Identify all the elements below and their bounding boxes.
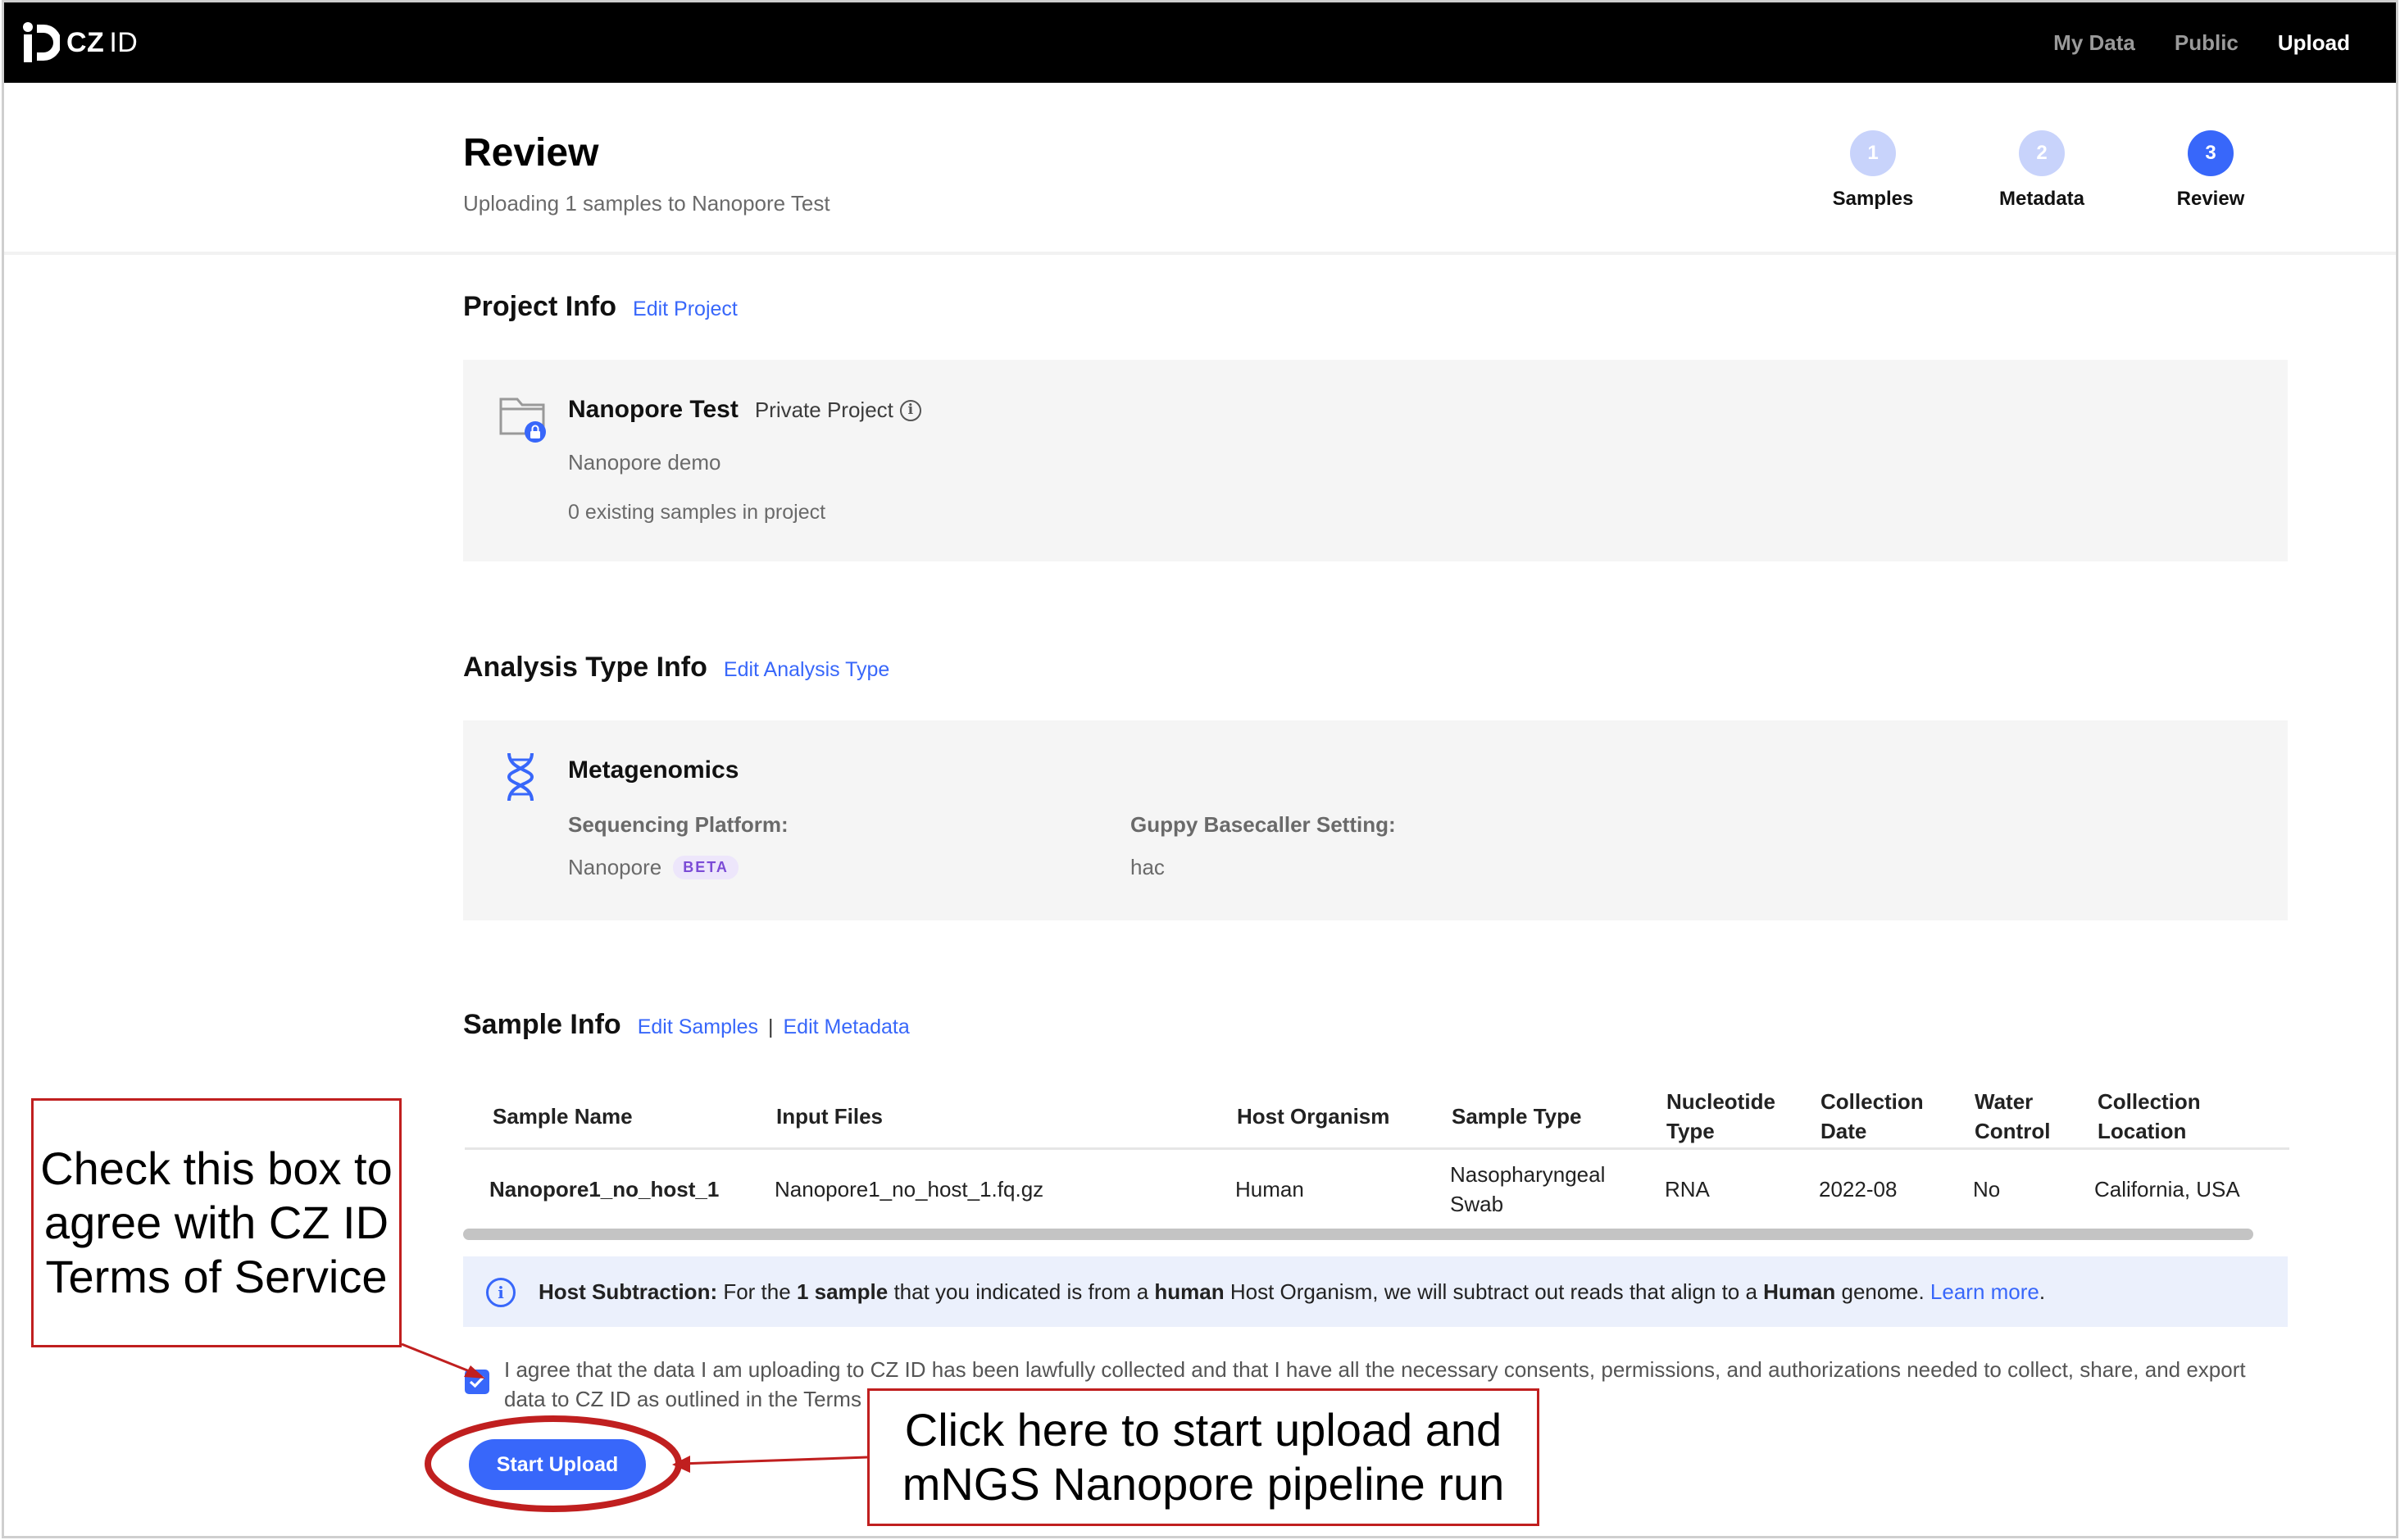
step-label: Review	[2176, 188, 2245, 210]
step-number: 1	[1850, 130, 1896, 176]
section-title: Project Info	[463, 291, 617, 322]
column-header[interactable]: Nucleotide Type	[1666, 1083, 1798, 1150]
step-review: 3 Review	[2129, 130, 2293, 211]
step-number: 2	[2019, 130, 2065, 176]
nav-public[interactable]: Public	[2175, 30, 2239, 56]
analysis-type: Metagenomics	[568, 756, 739, 784]
cell-host-organism: Human	[1235, 1177, 1304, 1202]
start-upload-button[interactable]: Start Upload	[469, 1439, 646, 1490]
beta-badge: BETA	[673, 856, 739, 879]
sequencing-platform-value: Nanopore BETA	[568, 855, 739, 880]
dna-icon	[507, 752, 534, 802]
project-name: Nanopore Test	[568, 396, 739, 423]
privacy-label: Private Project	[754, 397, 893, 422]
czid-logo-icon	[23, 22, 60, 62]
column-header[interactable]: Collection Location	[2098, 1083, 2245, 1150]
learn-more-link[interactable]: Learn more	[1930, 1279, 2039, 1304]
cell-sample-type: Nasopharyngeal Swab	[1450, 1162, 1606, 1216]
terms-agreement-checkbox[interactable]	[465, 1370, 489, 1394]
sample-edit-links: Edit Samples | Edit Metadata	[638, 1015, 910, 1039]
checkmark-icon	[469, 1375, 485, 1388]
cell-input-files: Nanopore1_no_host_1.fq.gz	[775, 1177, 1044, 1202]
cell-water-control: No	[1973, 1177, 2001, 1202]
step-samples[interactable]: 1 Samples	[1791, 130, 1955, 211]
link-separator: |	[768, 1015, 774, 1038]
platform-name: Nanopore	[568, 855, 662, 879]
nav-upload[interactable]: Upload	[2278, 30, 2350, 56]
project-name-row: Nanopore Test Private Project i	[568, 396, 921, 424]
cell-collection-date: 2022-08	[1819, 1177, 1898, 1202]
edit-analysis-type-link[interactable]: Edit Analysis Type	[724, 658, 889, 682]
project-description: Nanopore demo	[568, 450, 721, 475]
column-header[interactable]: Sample Name	[493, 1083, 633, 1150]
analysis-card: Metagenomics Sequencing Platform: Nanopo…	[463, 720, 2288, 920]
section-title: Sample Info	[463, 1009, 621, 1040]
step-label: Metadata	[1998, 188, 2085, 210]
edit-metadata-link[interactable]: Edit Metadata	[784, 1015, 910, 1039]
sample-info-heading: Sample Info Edit Samples | Edit Metadata	[463, 1009, 910, 1041]
section-title: Analysis Type Info	[463, 652, 707, 683]
analysis-info-heading: Analysis Type Info Edit Analysis Type	[463, 652, 889, 684]
project-info-heading: Project Info Edit Project	[463, 291, 738, 323]
basecaller-value: hac	[1130, 855, 1165, 879]
column-header[interactable]: Input Files	[776, 1083, 883, 1150]
basecaller-label: Guppy Basecaller Setting:	[1130, 812, 1396, 837]
project-card: Nanopore Test Private Project i Nanopore…	[463, 360, 2288, 561]
upload-callout: Click here to start upload and mNGS Nano…	[867, 1388, 1539, 1526]
privacy-status: Private Project i	[755, 397, 921, 423]
edit-samples-link[interactable]: Edit Samples	[638, 1015, 758, 1039]
page-header: Review Uploading 1 samples to Nanopore T…	[4, 83, 2396, 255]
edit-project-link[interactable]: Edit Project	[633, 298, 738, 321]
cell-sample-name: Nanopore1_no_host_1	[489, 1177, 720, 1202]
logo[interactable]: CZ ID	[22, 20, 138, 65]
cell-nucleotide-type: RNA	[1665, 1177, 1710, 1202]
logo-text: CZ ID	[66, 26, 139, 58]
cell-collection-location: California, USA	[2094, 1177, 2240, 1202]
step-metadata[interactable]: 2 Metadata	[1960, 130, 2124, 211]
table-row: Nanopore1_no_host_1 Nanopore1_no_host_1.…	[465, 1150, 2289, 1229]
step-number: 3	[2188, 130, 2234, 176]
page-title: Review	[463, 131, 599, 175]
step-label: Samples	[1832, 188, 1914, 210]
sample-table: Sample Name Input Files Host Organism Sa…	[465, 1083, 2289, 1229]
column-header[interactable]: Collection Date	[1820, 1083, 1943, 1150]
table-horizontal-scrollbar[interactable]	[463, 1229, 2253, 1240]
column-header[interactable]: Host Organism	[1237, 1083, 1389, 1150]
column-header[interactable]: Sample Type	[1452, 1083, 1581, 1150]
host-subtraction-text: Host Subtraction: For the 1 sample that …	[539, 1279, 2046, 1304]
table-header: Sample Name Input Files Host Organism Sa…	[465, 1083, 2289, 1150]
host-subtraction-notice: i Host Subtraction: For the 1 sample tha…	[463, 1256, 2288, 1327]
sequencing-platform-label: Sequencing Platform:	[568, 812, 789, 837]
project-sample-count: 0 existing samples in project	[568, 501, 826, 524]
info-icon: i	[486, 1278, 516, 1307]
checkbox-callout: Check this box to agree with CZ ID Terms…	[31, 1098, 402, 1347]
top-nav: CZ ID My Data Public Upload	[4, 2, 2396, 83]
info-icon[interactable]: i	[899, 399, 921, 421]
folder-lock-icon	[499, 397, 546, 443]
page-subtitle: Uploading 1 samples to Nanopore Test	[463, 191, 830, 216]
nav-my-data[interactable]: My Data	[2053, 30, 2135, 56]
column-header[interactable]: Water Control	[1975, 1083, 2073, 1150]
step-indicator: 1 Samples 2 Metadata 3 Review	[1791, 130, 2316, 220]
nav-links: My Data Public Upload	[2053, 2, 2350, 83]
